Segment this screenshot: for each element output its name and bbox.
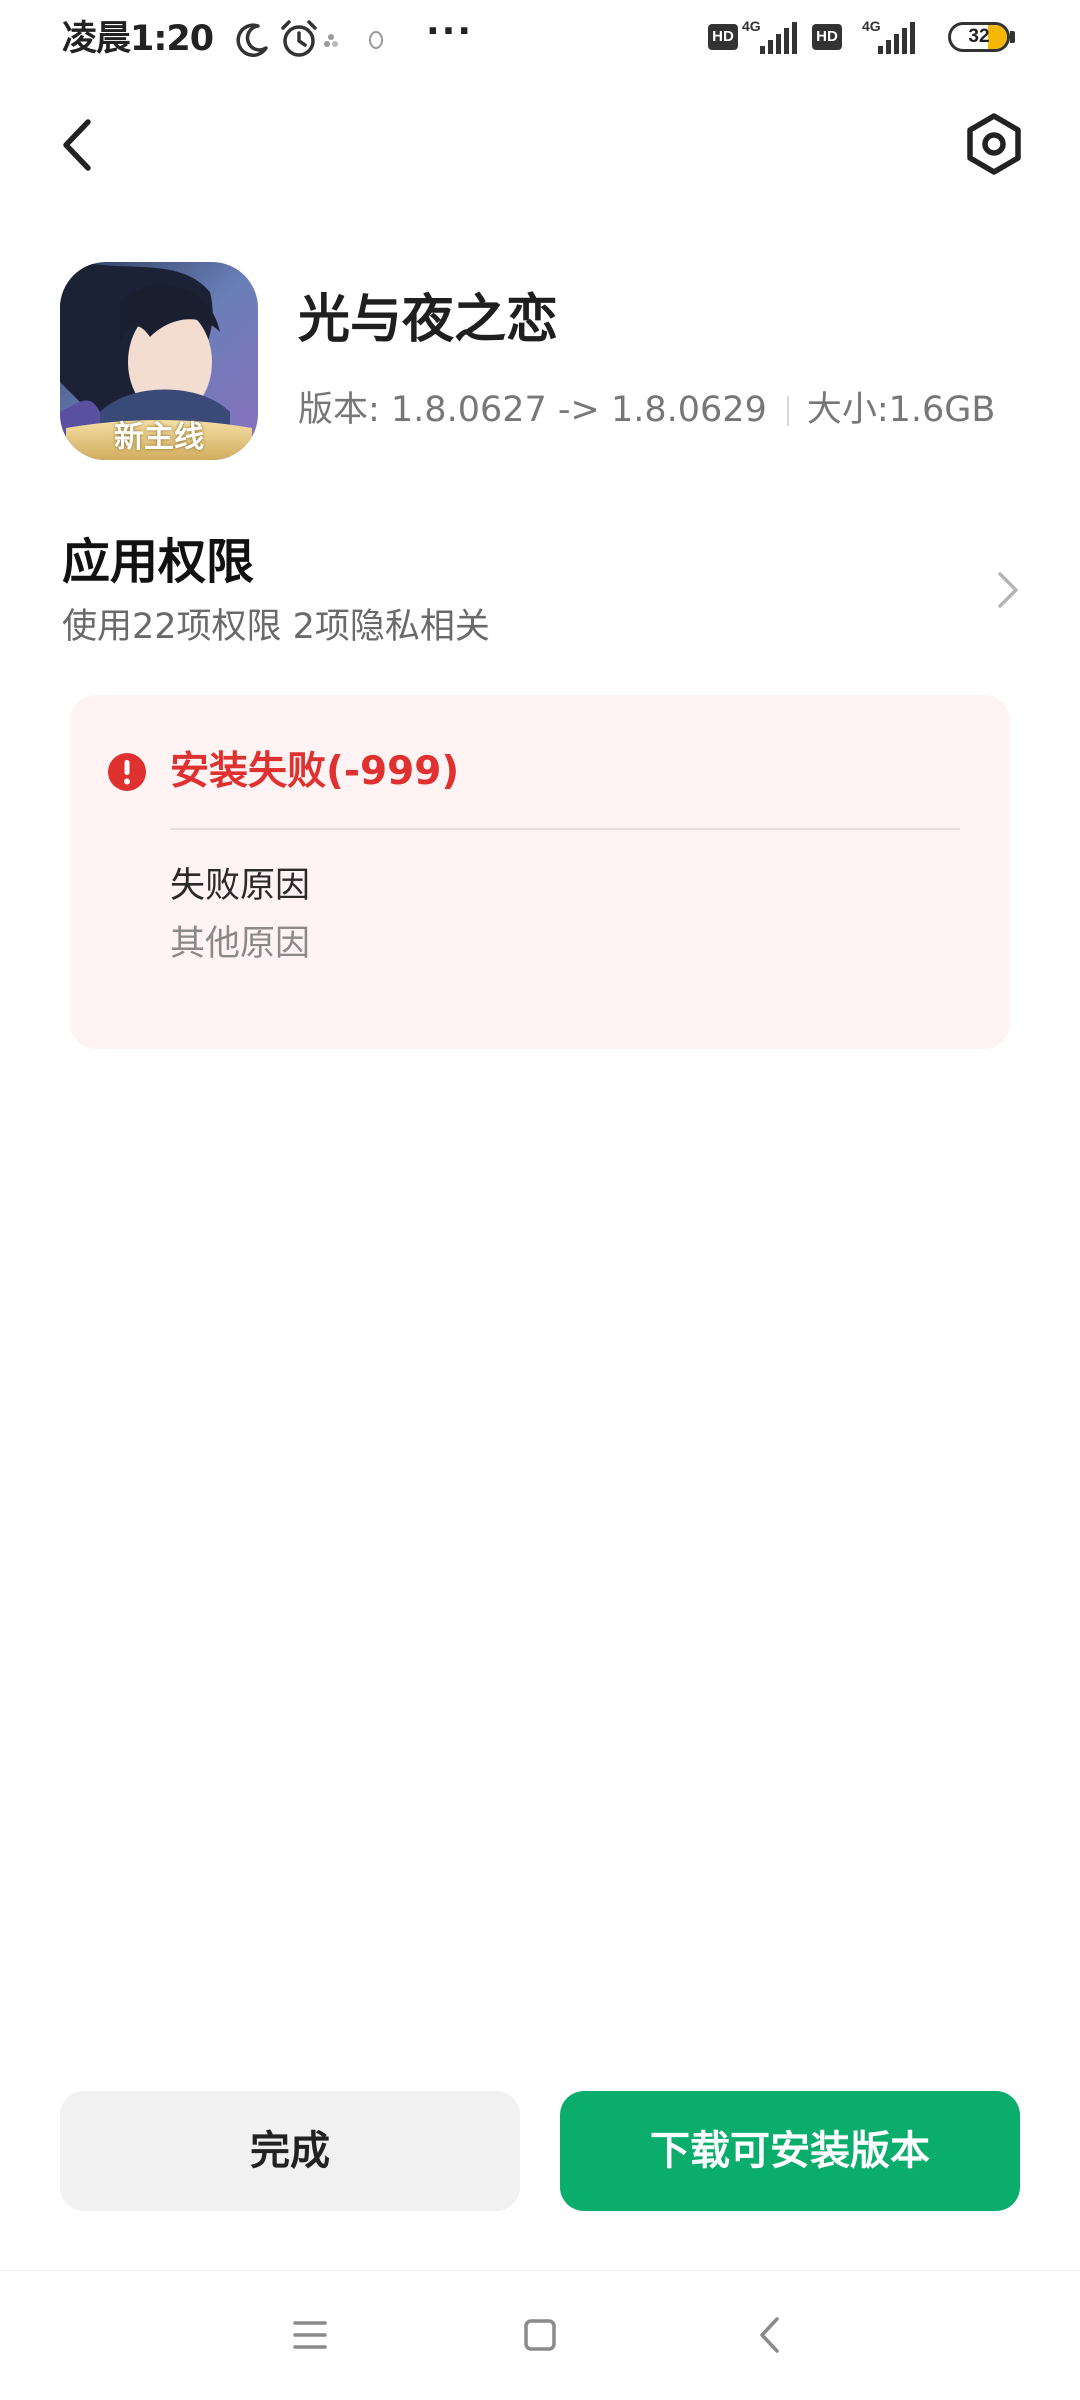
error-title: 安装失败(-999): [170, 749, 460, 794]
battery-tip: [1010, 31, 1015, 43]
app-version: 版本: 1.8.0627 -> 1.8.0629: [298, 390, 767, 430]
menu-icon[interactable]: [275, 2305, 345, 2365]
alarm-icon: [281, 20, 317, 57]
download-installable-button[interactable]: 下载可安装版本: [560, 2091, 1020, 2211]
permissions-title: 应用权限: [62, 534, 255, 590]
back-arrow-icon[interactable]: [50, 110, 110, 180]
done-button[interactable]: 完成: [60, 2091, 520, 2211]
app-icon-badge: 新主线: [114, 420, 204, 455]
chevron-right-icon: [998, 572, 1018, 608]
hd-badge: HD: [708, 24, 738, 50]
hd-badge-2: HD: [812, 24, 842, 50]
notification-icon: [324, 34, 338, 47]
failure-reason-label: 失败原因: [170, 866, 311, 906]
qq-icon: [369, 31, 383, 49]
failure-reason-value: 其他原因: [170, 924, 311, 964]
app-meta: 版本: 1.8.0627 -> 1.8.0629 大小:1.6GB: [298, 385, 995, 435]
permissions-summary: 使用22项权限 2项隐私相关: [62, 607, 490, 647]
status-time: 凌晨1:20: [62, 19, 214, 59]
nav-divider: [0, 2270, 1080, 2271]
battery-icon: 32: [948, 22, 1010, 52]
nav-back-icon[interactable]: [735, 2305, 805, 2365]
error-icon: [108, 753, 146, 791]
moon-icon: [236, 23, 268, 57]
more-notifications-icon: ···: [426, 11, 474, 52]
signal-icon: [760, 22, 797, 54]
home-icon[interactable]: [505, 2305, 575, 2365]
gear-icon[interactable]: [958, 108, 1030, 180]
meta-separator: [786, 396, 789, 426]
app-size: 大小:1.6GB: [806, 390, 996, 430]
error-divider: [170, 828, 960, 830]
app-name: 光与夜之恋: [298, 290, 559, 350]
battery-level: 32: [968, 26, 990, 47]
signal-icon-2: [878, 22, 915, 54]
app-icon: 新主线: [60, 262, 258, 460]
